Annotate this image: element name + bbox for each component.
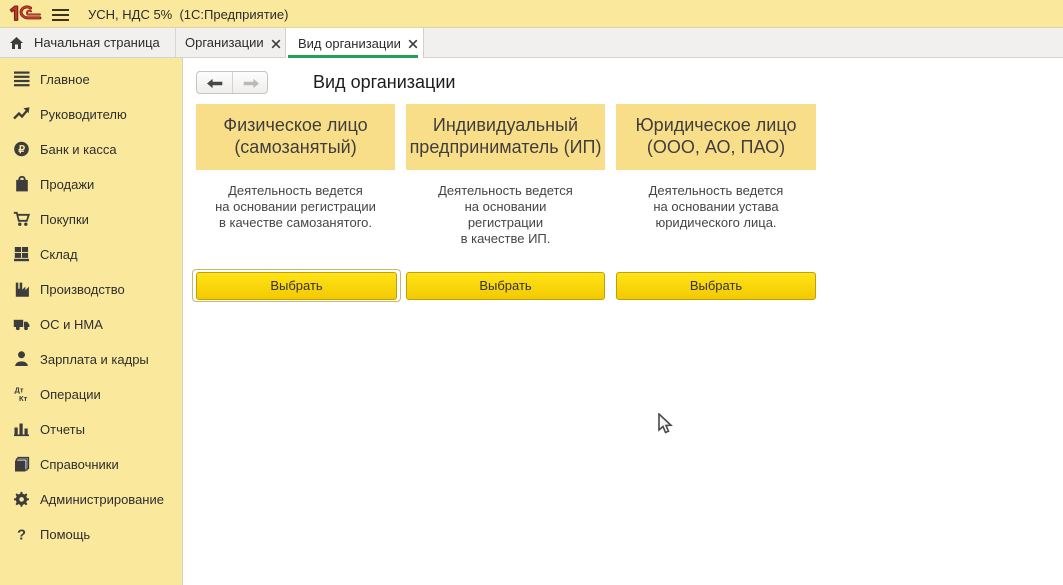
svg-text:Кт: Кт (19, 394, 28, 403)
svg-text:?: ? (17, 528, 26, 544)
svg-text:₽: ₽ (18, 144, 25, 156)
